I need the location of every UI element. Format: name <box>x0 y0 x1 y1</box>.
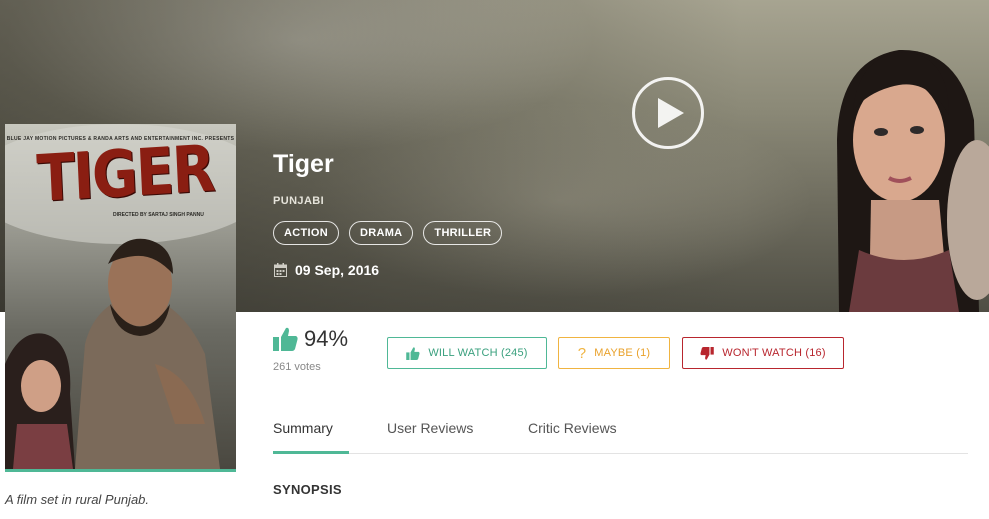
movie-title: Tiger <box>273 150 334 178</box>
thumbs-up-icon <box>406 346 420 360</box>
release-date: 09 Sep, 2016 <box>295 262 380 278</box>
tab-critic-reviews[interactable]: Critic Reviews <box>528 420 617 454</box>
release-info: 09 Sep, 2016 <box>274 262 379 278</box>
genre-tag-action[interactable]: ACTION <box>273 221 339 245</box>
movie-poster: BLUE JAY MOTION PICTURES & RANDA ARTS AN… <box>5 124 236 469</box>
poster-accent-bar <box>5 469 236 472</box>
maybe-button[interactable]: ? MAYBE (1) <box>558 337 670 369</box>
wont-watch-button[interactable]: WON'T WATCH (16) <box>682 337 844 369</box>
maybe-label: MAYBE (1) <box>594 347 651 359</box>
question-icon: ? <box>577 344 587 362</box>
poster-title: TIGER <box>35 131 215 218</box>
rating-percent: 94% <box>304 326 349 351</box>
genre-tag-drama[interactable]: DRAMA <box>348 221 414 245</box>
content-tabs: Summary User Reviews Critic Reviews <box>273 420 968 454</box>
genre-list: ACTION DRAMA THRILLER <box>273 221 503 245</box>
synopsis-heading: SYNOPSIS <box>273 482 342 497</box>
vote-count: 261 votes <box>273 361 321 373</box>
hero-actress-image <box>837 49 989 312</box>
tab-user-reviews[interactable]: User Reviews <box>387 420 473 454</box>
play-trailer-button[interactable] <box>632 77 704 149</box>
movie-language: PUNJABI <box>273 195 325 207</box>
movie-tagline: A film set in rural Punjab. <box>5 492 150 507</box>
wont-watch-label: WON'T WATCH (16) <box>722 347 826 359</box>
genre-tag-thriller[interactable]: THRILLER <box>423 221 503 245</box>
will-watch-button[interactable]: WILL WATCH (245) <box>387 337 547 369</box>
thumbs-down-icon <box>700 346 715 360</box>
poster-director: DIRECTED BY SARTAJ SINGH PANNU <box>113 212 204 218</box>
thumbs-up-icon <box>273 327 298 351</box>
will-watch-label: WILL WATCH (245) <box>428 347 528 359</box>
calendar-icon <box>274 263 287 277</box>
play-icon <box>658 98 684 128</box>
rating-summary: 94% <box>273 326 348 352</box>
tab-summary[interactable]: Summary <box>273 420 349 454</box>
